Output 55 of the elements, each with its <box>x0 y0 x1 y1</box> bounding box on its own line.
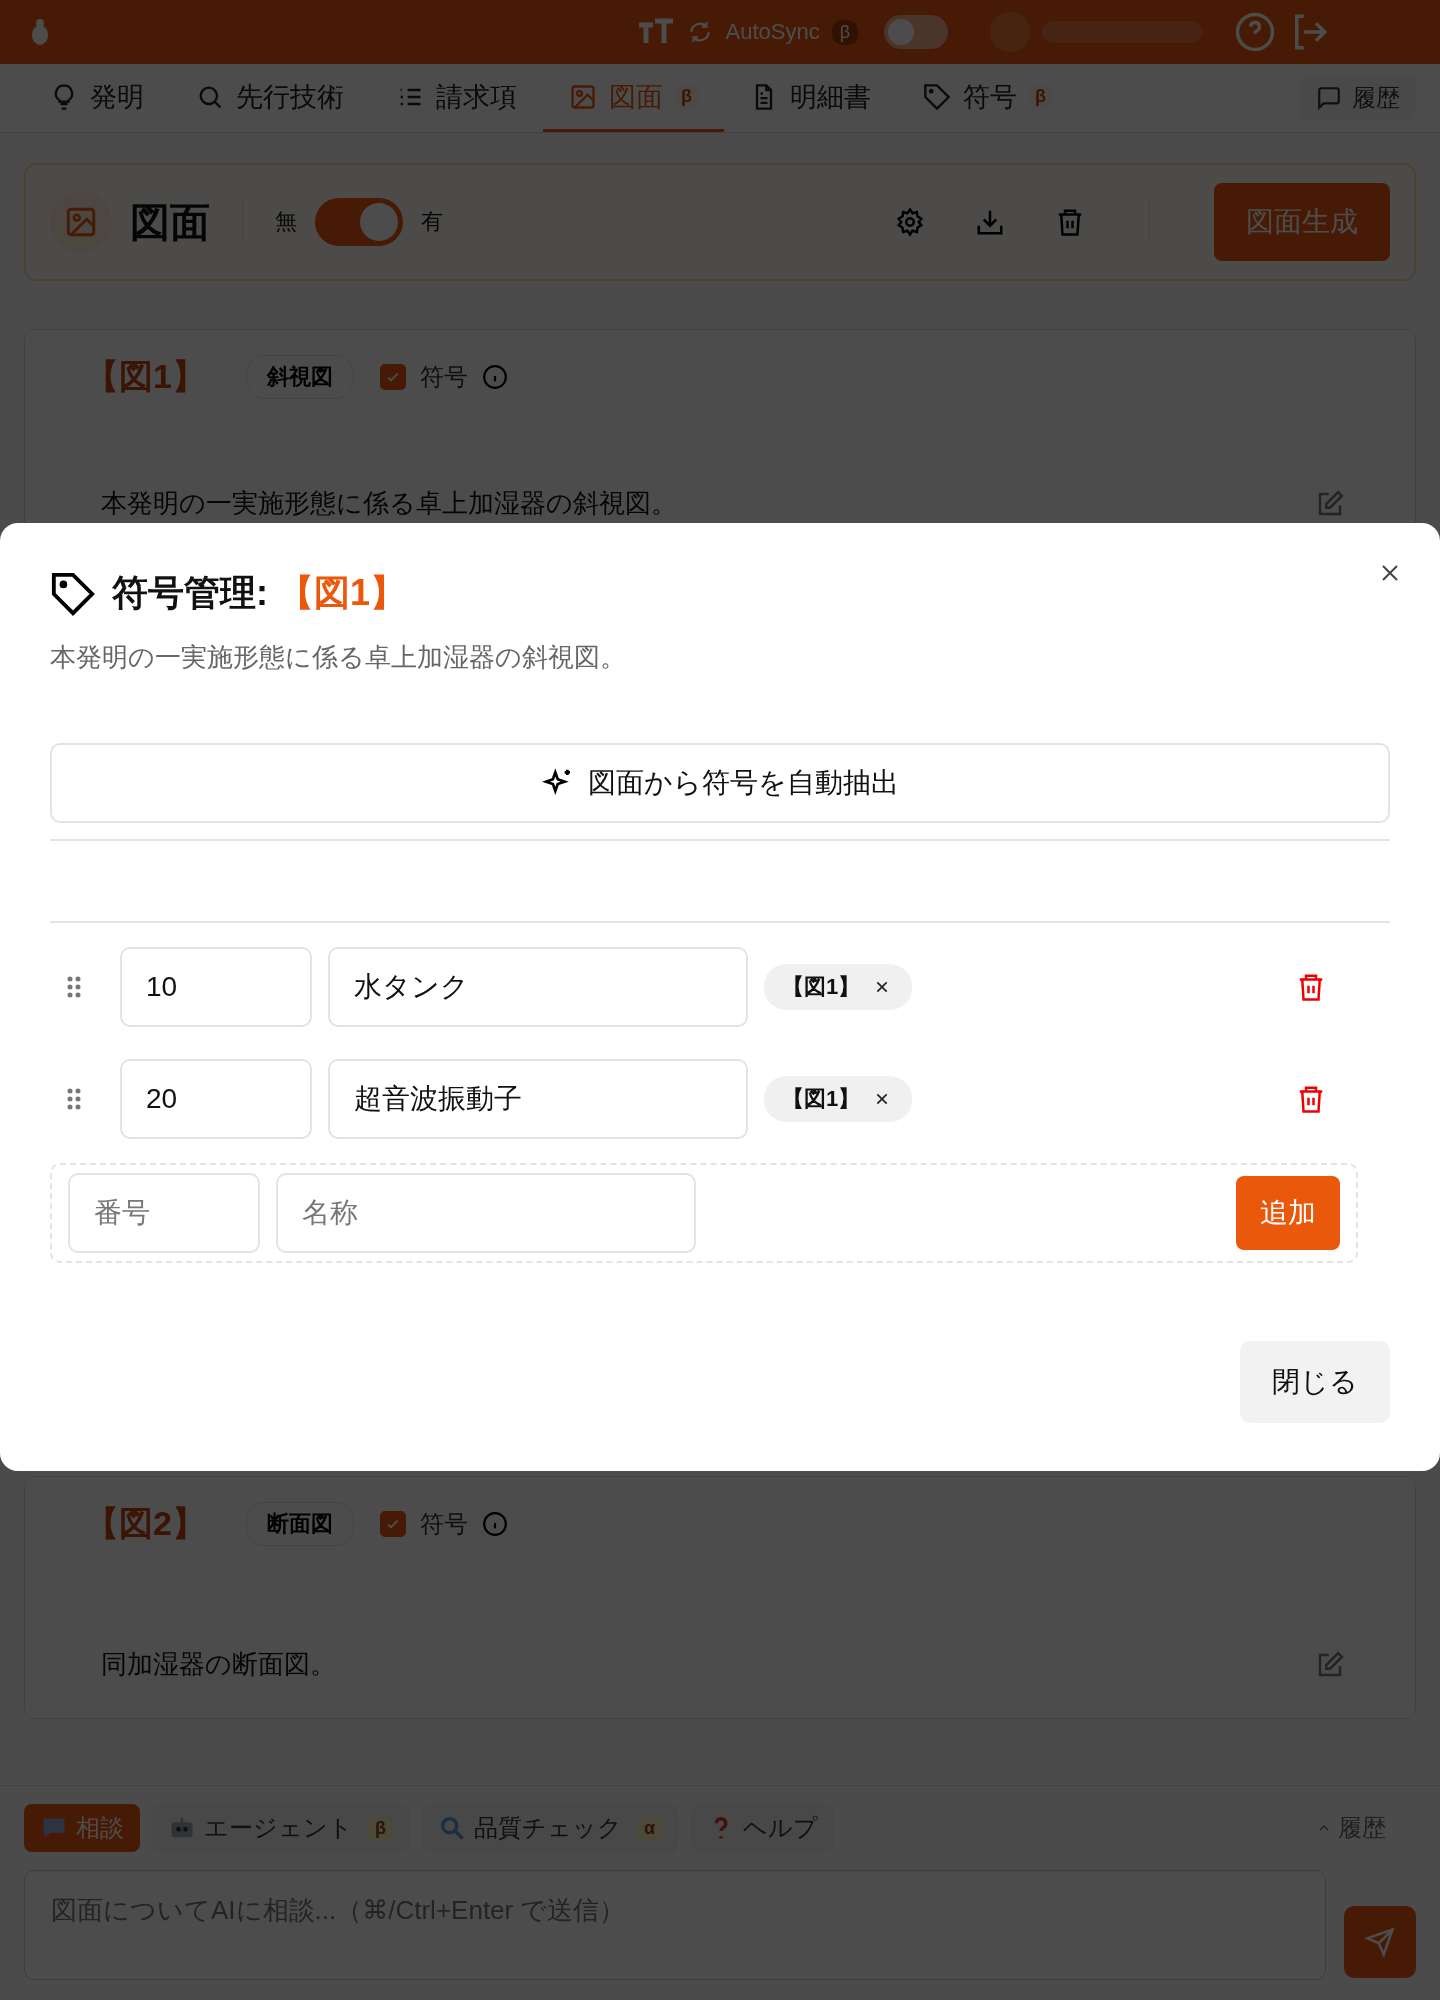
number-field[interactable]: 番号 <box>68 1173 260 1253</box>
settings-icon[interactable] <box>895 207 925 237</box>
image-icon <box>569 82 597 111</box>
figure-label: 【図1】 <box>85 356 206 397</box>
logo-icon <box>30 18 50 46</box>
view-type-tag: 斜視図 <box>245 355 354 399</box>
send-icon <box>1365 1927 1395 1957</box>
nav-tab[interactable]: 発明 <box>24 64 170 132</box>
chat-tab[interactable]: 相談 <box>24 1804 140 1852</box>
symbol-number-field[interactable]: 20 <box>120 1059 312 1139</box>
symbol-name-field[interactable]: 超音波振動子 <box>328 1059 748 1139</box>
info-icon[interactable] <box>481 364 508 390</box>
symbol-label: 符号 <box>419 362 468 392</box>
drawing-toggle[interactable] <box>315 198 403 246</box>
tag-icon <box>923 82 951 111</box>
nav-tab[interactable]: 請求項 <box>370 64 543 132</box>
info-icon[interactable] <box>481 1511 508 1537</box>
figure-chip: 【図1】 <box>764 964 913 1010</box>
close-button[interactable]: 閉じる <box>1240 1341 1390 1423</box>
symbol-checkbox[interactable] <box>379 364 406 390</box>
symbol-number-field[interactable]: 10 <box>120 947 312 1027</box>
toggle-on-label: 有 <box>421 208 443 236</box>
name-field[interactable]: 名称 <box>276 1173 696 1253</box>
figure-description: 同加湿器の断面図。 <box>101 1648 336 1681</box>
auto-extract-button[interactable]: 図面から符号を自動抽出 <box>50 743 1390 823</box>
autosync-label: AutoSync <box>725 19 820 45</box>
dialog-title: 符号管理: <box>112 571 268 615</box>
tag-icon <box>50 570 96 617</box>
beta-badge: β <box>831 19 858 45</box>
beta-badge: β <box>675 85 698 108</box>
figure-label: 【図2】 <box>85 1503 206 1544</box>
nav-tab[interactable]: 符号 β <box>897 64 1078 132</box>
help-icon[interactable] <box>1234 11 1276 53</box>
figure-chip: 【図1】 <box>764 1076 913 1122</box>
nav-tab[interactable]: 図面 β <box>543 64 724 132</box>
nav-tab[interactable]: 明細書 <box>724 64 897 132</box>
nav-tab[interactable]: 先行技術 <box>170 64 370 132</box>
symbol-label: 符号 <box>419 1509 468 1539</box>
figure-reference: 【図1】 <box>278 571 407 615</box>
section-title: 図面 <box>130 198 210 246</box>
search-icon <box>438 1814 466 1842</box>
symbol-name-field[interactable]: 水タンク <box>328 947 748 1027</box>
beta-badge: β <box>1029 85 1052 108</box>
speech-bubble-icon <box>1316 85 1342 111</box>
generate-drawing-button[interactable]: 図面生成 <box>1214 183 1390 261</box>
drag-handle-icon[interactable] <box>66 1087 82 1111</box>
toggle-off-label: 無 <box>275 208 297 236</box>
figure-description: 本発明の一実施形態に係る卓上加湿器の斜視図。 <box>101 487 677 520</box>
add-button[interactable]: 追加 <box>1236 1176 1340 1250</box>
send-button[interactable] <box>1344 1906 1416 1978</box>
dialog-description: 本発明の一実施形態に係る卓上加湿器の斜視図。 <box>50 641 627 674</box>
symbol-checkbox[interactable] <box>379 1511 406 1537</box>
drag-handle-icon[interactable] <box>66 975 82 999</box>
view-type-tag: 断面図 <box>245 1502 354 1546</box>
autosync-toggle[interactable] <box>884 15 948 49</box>
